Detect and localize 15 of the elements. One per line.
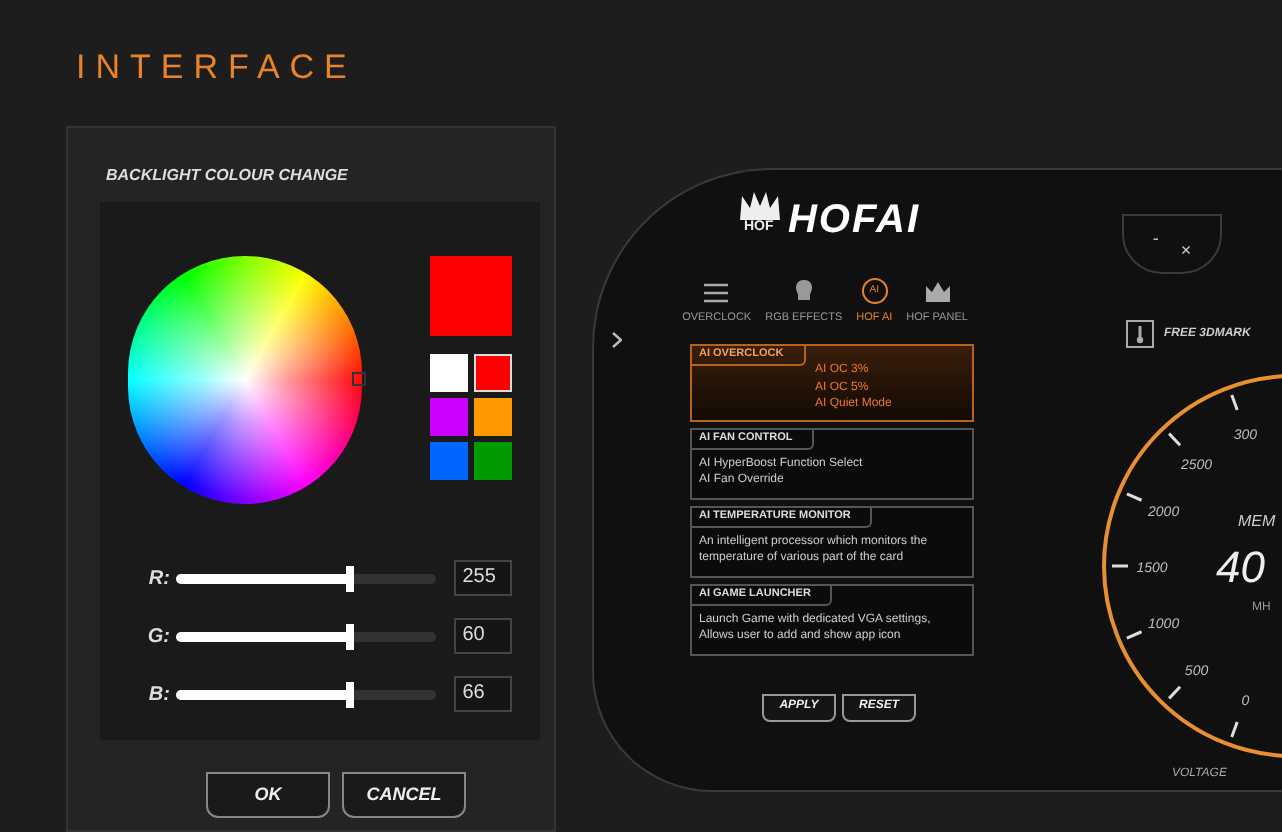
gauge-reading: 40 xyxy=(1216,542,1265,592)
page-heading: INTERFACE xyxy=(76,48,357,88)
cancel-button[interactable]: CANCEL xyxy=(342,772,466,818)
slider-label: R: xyxy=(146,565,172,593)
slider-label: B: xyxy=(146,681,172,709)
close-button[interactable]: × xyxy=(1180,240,1192,272)
gauge-title: MEM xyxy=(1238,512,1276,530)
value-field[interactable]: 66 xyxy=(454,676,512,712)
value-field[interactable]: 60 xyxy=(454,618,512,654)
logo-text: HOFAI xyxy=(787,198,921,242)
minimize-button[interactable]: - xyxy=(1152,228,1159,272)
dialog-title: BACKLIGHT COLOUR CHANGE xyxy=(106,166,348,186)
slider-label: G: xyxy=(145,623,172,651)
value-field[interactable]: 255 xyxy=(454,560,512,596)
ok-button[interactable]: OK xyxy=(206,772,330,818)
